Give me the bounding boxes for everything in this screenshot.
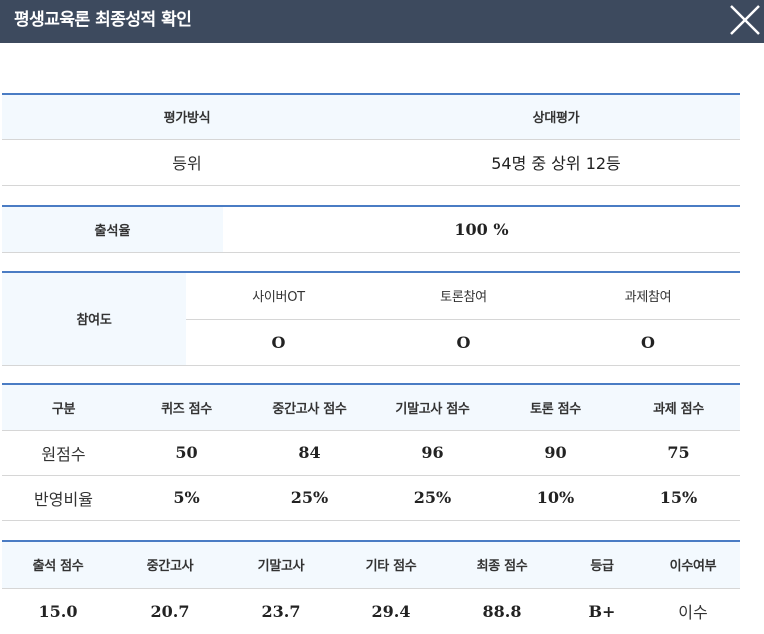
attendance-value: 100 % — [223, 206, 740, 253]
participation-col-discussion: 토론참여 — [371, 272, 556, 320]
final-header-midterm: 중간고사 — [114, 541, 226, 589]
scores-table: 구분 퀴즈 점수 중간고사 점수 기말고사 점수 토론 점수 과제 점수 원점수… — [2, 383, 740, 521]
raw-score-row: 원점수 50 84 96 90 75 — [2, 430, 740, 476]
participation-header-row: 참여도 사이버OT 토론참여 과제참여 — [2, 272, 740, 366]
ratio-midterm: 25% — [248, 475, 371, 521]
final-midterm-score: 20.7 — [114, 588, 226, 634]
final-header-completion: 이수여부 — [646, 541, 740, 589]
final-attendance-score: 15.0 — [2, 588, 114, 634]
raw-score-label: 원점수 — [2, 430, 125, 476]
close-button[interactable] — [727, 2, 763, 38]
raw-score-final: 96 — [371, 430, 494, 476]
attendance-table: 출석율 100 % — [2, 205, 740, 253]
participation-label: 참여도 — [2, 272, 186, 366]
evaluation-header-row: 평가방식 상대평가 — [2, 94, 740, 140]
final-completion-status: 이수 — [646, 588, 740, 634]
close-icon — [730, 5, 760, 35]
ratio-assignment: 15% — [617, 475, 740, 521]
participation-assignment-value: O — [556, 319, 740, 366]
attendance-label: 출석율 — [2, 206, 223, 253]
window-title: 평생교육론 최종성적 확인 — [14, 10, 192, 30]
scores-header-category: 구분 — [2, 384, 125, 431]
scores-header-discussion: 토론 점수 — [494, 384, 617, 431]
final-header-final-exam: 기말고사 — [226, 541, 336, 589]
final-total-score: 88.8 — [446, 588, 558, 634]
scores-header-midterm: 중간고사 점수 — [248, 384, 371, 431]
final-other-score: 29.4 — [336, 588, 446, 634]
ratio-final: 25% — [371, 475, 494, 521]
scores-header-final: 기말고사 점수 — [371, 384, 494, 431]
participation-cyber-ot-value: O — [186, 319, 371, 366]
scores-header-quiz: 퀴즈 점수 — [125, 384, 248, 431]
evaluation-table: 평가방식 상대평가 등위 54명 중 상위 12등 — [2, 93, 740, 186]
participation-table: 참여도 사이버OT 토론참여 과제참여 O O O — [2, 271, 740, 366]
method-value: 상대평가 — [372, 94, 740, 140]
final-grade: B+ — [558, 588, 646, 634]
ratio-label: 반영비율 — [2, 475, 125, 521]
title-bar: 평생교육론 최종성적 확인 — [0, 0, 764, 43]
raw-score-quiz: 50 — [125, 430, 248, 476]
final-header-total: 최종 점수 — [446, 541, 558, 589]
rank-row: 등위 54명 중 상위 12등 — [2, 139, 740, 186]
participation-col-assignment: 과제참여 — [556, 272, 740, 320]
rank-value: 54명 중 상위 12등 — [372, 139, 740, 186]
scores-header-assignment: 과제 점수 — [617, 384, 740, 431]
attendance-row: 출석율 100 % — [2, 206, 740, 253]
ratio-discussion: 10% — [494, 475, 617, 521]
final-header-grade: 등급 — [558, 541, 646, 589]
final-header-other: 기타 점수 — [336, 541, 446, 589]
method-header: 평가방식 — [2, 94, 372, 140]
participation-col-cyber-ot: 사이버OT — [186, 272, 371, 320]
raw-score-assignment: 75 — [617, 430, 740, 476]
ratio-quiz: 5% — [125, 475, 248, 521]
raw-score-midterm: 84 — [248, 430, 371, 476]
rank-label: 등위 — [2, 139, 372, 186]
final-table: 출석 점수 중간고사 기말고사 기타 점수 최종 점수 등급 이수여부 15.0… — [2, 540, 740, 634]
final-header-attendance: 출석 점수 — [2, 541, 114, 589]
final-header-row: 출석 점수 중간고사 기말고사 기타 점수 최종 점수 등급 이수여부 — [2, 541, 740, 589]
final-value-row: 15.0 20.7 23.7 29.4 88.8 B+ 이수 — [2, 588, 740, 634]
raw-score-discussion: 90 — [494, 430, 617, 476]
ratio-row: 반영비율 5% 25% 25% 10% 15% — [2, 475, 740, 521]
final-final-exam-score: 23.7 — [226, 588, 336, 634]
participation-discussion-value: O — [371, 319, 556, 366]
scores-header-row: 구분 퀴즈 점수 중간고사 점수 기말고사 점수 토론 점수 과제 점수 — [2, 384, 740, 431]
